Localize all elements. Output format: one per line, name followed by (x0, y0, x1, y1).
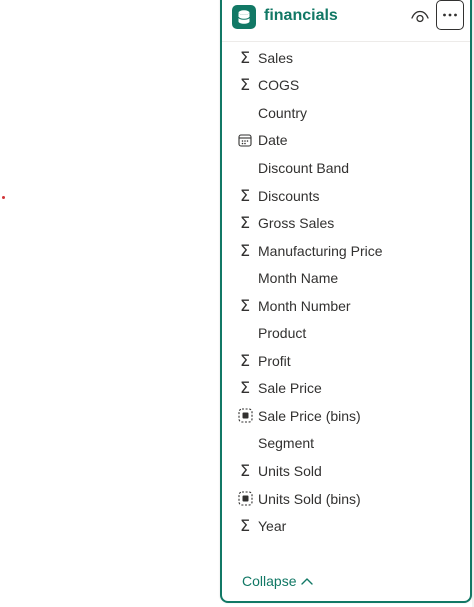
field-item[interactable]: Discount Band (222, 154, 470, 182)
field-item[interactable]: Σ Month Number (222, 292, 470, 320)
no-icon (237, 104, 253, 122)
field-label: Units Sold (258, 462, 322, 479)
field-label: Discounts (258, 187, 320, 204)
no-icon (237, 324, 253, 342)
chevron-up-icon (300, 574, 314, 588)
sigma-icon: Σ (239, 378, 251, 398)
field-label: Month Name (258, 270, 339, 287)
sigma-icon: Σ (239, 47, 251, 67)
field-item[interactable]: Sale Price (bins) (222, 402, 470, 430)
bins-icon (237, 490, 253, 508)
field-label: COGS (258, 77, 300, 94)
field-label: Discount Band (258, 159, 350, 176)
field-label: Sale Price (258, 380, 322, 397)
header-separator (222, 41, 470, 42)
field-label: Year (258, 518, 287, 535)
no-icon (237, 434, 253, 452)
field-item[interactable]: Σ Year (222, 512, 470, 540)
field-item[interactable]: Σ Sales (222, 44, 470, 72)
eye-icon[interactable] (410, 7, 430, 27)
field-label: Product (258, 325, 307, 342)
sigma-icon: Σ (239, 460, 251, 480)
field-item[interactable]: Σ Profit (222, 347, 470, 375)
table-title: financials (264, 7, 338, 24)
sigma-icon: Σ (239, 516, 251, 536)
field-label: Gross Sales (258, 215, 335, 232)
field-item[interactable]: Units Sold (bins) (222, 485, 470, 513)
bins-icon (237, 407, 253, 425)
field-label: Sale Price (bins) (258, 407, 361, 424)
field-label: Date (258, 132, 288, 149)
sigma-icon: Σ (239, 295, 251, 315)
field-item[interactable]: Country (222, 99, 470, 127)
database-icon (232, 5, 256, 29)
field-item[interactable]: Month Name (222, 264, 470, 292)
red-dot-marker (2, 196, 5, 199)
field-item[interactable]: Σ Discounts (222, 182, 470, 210)
sigma-icon: Σ (239, 240, 251, 260)
field-label: Month Number (258, 297, 351, 314)
table-header[interactable]: financials (222, 0, 470, 37)
field-item[interactable]: Product (222, 319, 470, 347)
data-pane-card: financials Σ Sales Σ COGS Country Date Discoun… (220, 0, 472, 603)
field-item[interactable]: Σ Units Sold (222, 457, 470, 485)
field-item[interactable]: Σ Manufacturing Price (222, 237, 470, 265)
field-item[interactable]: Σ COGS (222, 72, 470, 100)
sigma-icon: Σ (239, 213, 251, 233)
calendar-icon (237, 131, 253, 149)
no-icon (237, 159, 253, 177)
sigma-icon: Σ (239, 185, 251, 205)
field-item[interactable]: Σ Gross Sales (222, 209, 470, 237)
field-label: Country (258, 104, 308, 121)
field-label: Profit (258, 352, 291, 369)
field-label: Sales (258, 49, 294, 66)
field-item[interactable]: Segment (222, 430, 470, 458)
collapse-label: Collapse (242, 573, 297, 589)
field-item[interactable]: Σ Sale Price (222, 375, 470, 403)
field-label: Units Sold (bins) (258, 490, 361, 507)
collapse-button[interactable]: Collapse (242, 573, 314, 589)
canvas: financials Σ Sales Σ COGS Country Date Discoun… (0, 0, 474, 607)
sigma-icon: Σ (239, 75, 251, 95)
no-icon (237, 269, 253, 287)
field-item[interactable]: Date (222, 127, 470, 155)
more-icon (443, 13, 457, 17)
more-options-button[interactable] (436, 0, 464, 30)
sigma-icon: Σ (239, 350, 251, 370)
field-list: Σ Sales Σ COGS Country Date Discount Band Σ Disc… (222, 44, 470, 540)
field-label: Segment (258, 435, 315, 452)
field-label: Manufacturing Price (258, 242, 383, 259)
